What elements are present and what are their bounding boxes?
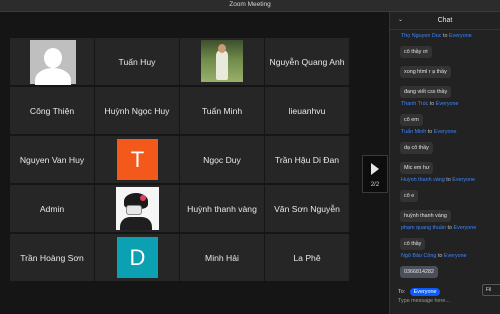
participant-tile[interactable]: Tuấn Huy [95,38,179,85]
recipient: Everyone [448,33,472,39]
participant-tile[interactable]: Ngọc Duy [180,136,264,183]
message-bubble: đang viết css thầy [400,86,452,98]
sender-name: Tuấn Minh [401,129,427,135]
to-word: to [446,177,451,183]
participant-tile[interactable]: Văn Sơn Nguyễn [265,185,349,232]
participant-name: Minh Hải [205,252,239,263]
participant-name: Admin [39,203,65,214]
participant-tile[interactable]: D [95,234,179,281]
chevron-right-icon [371,163,379,175]
participant-photo [201,40,243,82]
recipient-row: To: Everyone [398,288,441,296]
participant-name: Nguyễn Quang Anh [269,56,345,67]
to-word: to [447,225,452,231]
message-sender-line: Huỳnh thanh vàng to Everyone [390,176,500,184]
page-indicator: 2/2 [370,182,380,188]
participant-name: Trần Hoàng Sơn [20,252,84,263]
participant-tile[interactable]: Công Thiện [10,87,94,134]
message-bubble: cô e [400,190,419,202]
participant-name: Công Thiện [29,105,75,116]
participant-name: Tuấn Minh [201,105,243,116]
recipient: Everyone [435,101,459,107]
message-bubble: dạ cô thầy [400,142,433,154]
message-group: Ngô Bảo Công to Everyone 0366814282 [390,252,500,280]
participant-tile[interactable]: Nguyễn Quang Anh [265,38,349,85]
to-word: to [427,129,433,135]
message-bubble: cô em [400,114,423,126]
message-sender-line: Ngô Bảo Công to Everyone [390,252,500,260]
letter-avatar: T [117,139,158,180]
next-page-button[interactable]: 2/2 [362,155,388,193]
message-group: Huỳnh thanh vàng to Everyone cô e huỳnh … [390,176,500,224]
participant-name: Trần Hậu Di Đan [274,154,340,165]
drawn-avatar [116,187,159,230]
participant-tile[interactable]: La Phê [265,234,349,281]
participant-name: lieuanhvu [288,105,326,116]
recipient-select[interactable]: Everyone [409,288,441,296]
participant-tile[interactable]: T [95,136,179,183]
chat-footer: To: Everyone Fil Type message here... [390,284,500,314]
chat-messages: Thọ Nguyen Duc to Everyone cô thầy ơi xo… [390,32,500,280]
participant-name: Nguyen Van Huy [19,154,85,165]
sender-name: Ngô Bảo Công [401,253,437,259]
participant-tile[interactable]: Nguyen Van Huy [10,136,94,183]
default-avatar-icon [30,40,76,85]
message-sender-line: Tuấn Minh to Everyone [390,128,500,136]
recipient: Everyone [433,129,457,135]
sender-name: phạm quang thuần [401,225,446,231]
sender-name: Huỳnh thanh vàng [401,177,445,183]
message-bubble: Mic em hư [400,162,434,174]
message-bubble: cô thầy ơi [400,46,432,58]
participant-grid: Tuấn Huy Nguyễn Quang Anh Công Thiện Huỳ… [10,38,349,281]
participant-name: Tuấn Huy [118,56,156,67]
file-button[interactable]: Fil [482,284,500,296]
letter-avatar: D [117,237,158,278]
participant-name: Văn Sơn Nguyễn [274,203,340,214]
participant-tile[interactable] [95,185,179,232]
message-bubble: cô thầy [400,238,426,250]
message-sender-line: phạm quang thuần to Everyone [390,224,500,232]
participant-tile[interactable]: Huỳnh Ngọc Huy [95,87,179,134]
to-word: to [442,33,448,39]
participant-tile[interactable]: Minh Hải [180,234,264,281]
recipient: Everyone [453,225,477,231]
participant-name: La Phê [293,252,321,263]
message-sender-line: Thọ Nguyen Duc to Everyone [390,32,500,40]
participant-tile[interactable] [180,38,264,85]
participant-tile[interactable]: Admin [10,185,94,232]
participant-name: Huỳnh thanh vàng [187,203,257,214]
message-bubble: xong html r ạ thầy [400,66,451,78]
message-bubble: 0366814282 [400,266,438,278]
participant-tile[interactable] [10,38,94,85]
message-input[interactable]: Type message here... [398,298,498,304]
participant-name: Ngọc Duy [203,154,241,165]
gallery-view: Tuấn Huy Nguyễn Quang Anh Công Thiện Huỳ… [0,12,389,314]
chat-title: Chat [437,17,453,24]
message-sender-line: Thanh Trúc to Everyone [390,100,500,108]
participant-tile[interactable]: lieuanhvu [265,87,349,134]
participant-tile[interactable]: Trần Hậu Di Đan [265,136,349,183]
recipient: Everyone [452,177,476,183]
message-group: Thanh Trúc to Everyone cô em [390,100,500,128]
message-group: Thọ Nguyen Duc to Everyone cô thầy ơi xo… [390,32,500,100]
message-bubble: huỳnh thanh vàng [400,210,451,222]
participant-tile[interactable]: Trần Hoàng Sơn [10,234,94,281]
chat-header: ⌄ Chat [390,12,500,30]
participant-name: Huỳnh Ngọc Huy [104,105,170,116]
to-label: To: [398,289,406,295]
to-word: to [437,253,443,259]
chat-panel: ⌄ Chat Thọ Nguyen Duc to Everyone cô thầ… [389,12,500,314]
recipient: Everyone [443,253,467,259]
message-group: phạm quang thuần to Everyone cô thầy [390,224,500,252]
sender-name: Thanh Trúc [401,101,429,107]
sender-name: Thọ Nguyen Duc [401,33,442,39]
participant-tile[interactable]: Tuấn Minh [180,87,264,134]
to-word: to [429,101,435,107]
participant-tile[interactable]: Huỳnh thanh vàng [180,185,264,232]
title-bar: Zoom Meeting [0,0,500,12]
message-group: Tuấn Minh to Everyone dạ cô thầy Mic em … [390,128,500,176]
window-title: Zoom Meeting [229,1,271,8]
